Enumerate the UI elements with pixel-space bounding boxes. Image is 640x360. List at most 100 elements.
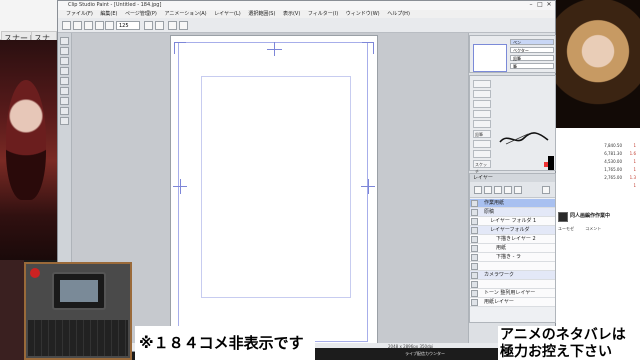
- zoom-tool-icon[interactable]: [60, 47, 69, 55]
- menu-filter[interactable]: フィルター(I): [308, 11, 338, 17]
- brush-preset[interactable]: [473, 90, 491, 98]
- menu-animation[interactable]: アニメーション(A): [164, 11, 206, 17]
- select-tool-icon[interactable]: [60, 57, 69, 65]
- eye-icon[interactable]: [471, 290, 478, 297]
- taskbar-item[interactable]: ライブ配信カウンター: [405, 348, 445, 360]
- zoom-field[interactable]: 125: [116, 21, 140, 30]
- new-layer-icon[interactable]: [474, 186, 482, 194]
- menu-edit[interactable]: 編集(E): [100, 11, 117, 17]
- eye-icon[interactable]: [471, 254, 478, 261]
- tab-comments[interactable]: コメント: [585, 226, 601, 231]
- brush-tool-icon[interactable]: [60, 87, 69, 95]
- caption-spoiler-line1: アニメのネタバレは: [498, 326, 640, 344]
- menu-view[interactable]: 表示(V): [283, 11, 300, 17]
- menu-window[interactable]: ウィンドウ(W): [346, 11, 380, 17]
- brush-preset[interactable]: [473, 100, 491, 108]
- eye-icon[interactable]: [471, 281, 478, 288]
- delete-layer-icon[interactable]: [542, 186, 550, 194]
- brush-preset[interactable]: スケッチ: [473, 160, 491, 174]
- move-tool-icon[interactable]: [60, 37, 69, 45]
- layer-name: レイヤーフォルダ: [490, 227, 530, 233]
- title-bar: Clip Studio Paint - [Untitled - 184.jpg]…: [58, 1, 555, 10]
- brush-preset[interactable]: [473, 120, 491, 128]
- layer-row[interactable]: 下描き - ラ: [470, 253, 555, 262]
- subtool-group[interactable]: 筆: [510, 63, 554, 69]
- layer-name: カメラワーク: [484, 272, 515, 278]
- stat-row: 4,530.00 1: [604, 159, 636, 164]
- brush-preset[interactable]: [473, 140, 491, 148]
- brush-preset[interactable]: 鉛筆: [473, 130, 491, 138]
- video-thumbnail[interactable]: [558, 212, 568, 222]
- navigator-thumbnail[interactable]: [473, 44, 507, 72]
- mask-icon[interactable]: [494, 186, 502, 194]
- eye-icon[interactable]: [471, 218, 478, 225]
- menu-help[interactable]: ヘルプ(H): [387, 11, 410, 17]
- new-folder-icon[interactable]: [484, 186, 492, 194]
- brush-preset[interactable]: [473, 110, 491, 118]
- layer-name: 用紙: [496, 245, 507, 251]
- menu-page[interactable]: ページ管理(P): [125, 11, 157, 17]
- corner-mark: [174, 42, 186, 43]
- main-color-swatch[interactable]: [548, 156, 554, 170]
- layer-row[interactable]: 作業用紙: [470, 199, 555, 208]
- tab-users[interactable]: ユーモゼ: [558, 226, 574, 231]
- brush-preset[interactable]: [473, 80, 491, 88]
- stat-row: 7,840.50 1: [604, 143, 636, 148]
- eye-icon[interactable]: [471, 200, 478, 207]
- clip-icon[interactable]: [504, 186, 512, 194]
- close-icon[interactable]: ✕: [545, 2, 553, 8]
- eye-icon[interactable]: [471, 299, 478, 306]
- layer-row[interactable]: [470, 280, 555, 289]
- layer-row[interactable]: 用紙レイヤー: [470, 298, 555, 307]
- eye-icon[interactable]: [471, 263, 478, 270]
- zoom-in-icon[interactable]: [144, 21, 153, 30]
- stat-row: 1: [633, 183, 636, 188]
- right-palettes: ペン ベクター 鉛筆 筆 鉛筆 スケッチ レイヤー 作業用紙 原稿 レイヤー フ…: [468, 33, 556, 351]
- eye-icon[interactable]: [471, 227, 478, 234]
- brush-preset[interactable]: [473, 150, 491, 158]
- fill-tool-icon[interactable]: [60, 107, 69, 115]
- open-icon[interactable]: [73, 21, 82, 30]
- rotate-icon[interactable]: [168, 21, 177, 30]
- layer-row[interactable]: レイヤーフォルダ: [470, 226, 555, 235]
- lock-icon[interactable]: [514, 186, 522, 194]
- new-icon[interactable]: [62, 21, 71, 30]
- save-icon[interactable]: [84, 21, 93, 30]
- pen-tool-icon[interactable]: [60, 67, 69, 75]
- eye-icon[interactable]: [471, 209, 478, 216]
- menu-bar: ファイル(F) 編集(E) ページ管理(P) アニメーション(A) レイヤー(L…: [58, 10, 555, 18]
- layer-name: 作業用紙: [484, 200, 505, 206]
- layer-row[interactable]: レイヤー フォルダ 1: [470, 217, 555, 226]
- layer-panel-title: レイヤー: [470, 174, 555, 182]
- flip-icon[interactable]: [179, 21, 188, 30]
- undo-icon[interactable]: [95, 21, 104, 30]
- subtool-group[interactable]: 鉛筆: [510, 55, 554, 61]
- minimize-icon[interactable]: –: [527, 2, 535, 8]
- menu-select[interactable]: 選択範囲(S): [248, 11, 275, 17]
- video-title[interactable]: 同人画編作作業中: [570, 212, 638, 219]
- menu-file[interactable]: ファイル(F): [66, 11, 93, 17]
- subtool-group[interactable]: ペン: [510, 39, 554, 45]
- eraser-tool-icon[interactable]: [60, 97, 69, 105]
- manuscript-paper[interactable]: [171, 36, 377, 354]
- layer-row[interactable]: 用紙: [470, 244, 555, 253]
- redo-icon[interactable]: [105, 21, 114, 30]
- layer-row[interactable]: [470, 262, 555, 271]
- zoom-out-icon[interactable]: [155, 21, 164, 30]
- layer-row[interactable]: トーン 整列用レイヤー: [470, 289, 555, 298]
- subtool-group[interactable]: ベクター: [510, 47, 554, 53]
- menu-layer[interactable]: レイヤー(L): [214, 11, 241, 17]
- eye-icon[interactable]: [471, 272, 478, 279]
- register-mark: [368, 179, 369, 194]
- left-lower-art: [0, 260, 24, 360]
- brush-stroke-preview: [499, 132, 549, 145]
- layer-row[interactable]: カメラワーク: [470, 271, 555, 280]
- eye-icon[interactable]: [471, 236, 478, 243]
- layer-row[interactable]: 下描きレイヤー 2: [470, 235, 555, 244]
- eye-icon[interactable]: [471, 245, 478, 252]
- pencil-tool-icon[interactable]: [60, 77, 69, 85]
- layer-row[interactable]: 原稿: [470, 208, 555, 217]
- text-tool-icon[interactable]: [60, 117, 69, 125]
- stat-row: 6,781.30 1.6: [604, 151, 636, 156]
- maximize-icon[interactable]: □: [536, 2, 544, 8]
